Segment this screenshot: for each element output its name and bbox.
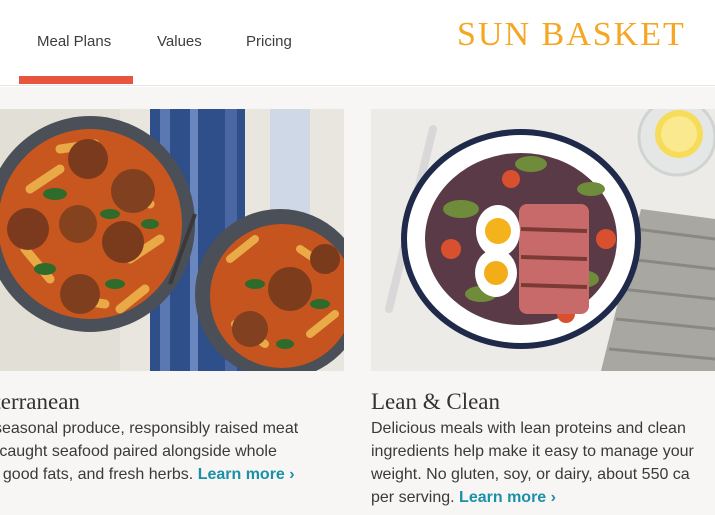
card-title-mediterranean: iterranean xyxy=(0,389,80,414)
description-text: , good fats, and fresh herbs. xyxy=(0,466,194,483)
card-title-lean-clean: Lean & Clean xyxy=(371,389,501,414)
description-text: per serving. xyxy=(371,489,455,506)
card-description-lean-clean: Delicious meals with lean proteins and c… xyxy=(371,417,694,509)
description-line: -caught seafood paired alongside whole xyxy=(0,443,277,460)
description-line: per serving. Learn more › xyxy=(371,486,694,509)
tuna-salad-image[interactable] xyxy=(371,109,715,371)
learn-more-link[interactable]: Learn more › xyxy=(459,489,556,506)
learn-more-link[interactable]: Learn more › xyxy=(198,466,295,483)
site-header: Meal Plans Values Pricing SUN BASKET xyxy=(0,0,715,86)
nav-pricing[interactable]: Pricing xyxy=(246,33,292,50)
nav-values[interactable]: Values xyxy=(157,33,202,50)
pasta-meatballs-image[interactable] xyxy=(0,109,344,371)
description-line: weight. No gluten, soy, or dairy, about … xyxy=(371,466,690,483)
description-line: ingredients help make it easy to manage … xyxy=(371,443,694,460)
sun-basket-logo[interactable]: SUN BASKET xyxy=(457,16,686,54)
description-line: Delicious meals with lean proteins and c… xyxy=(371,420,686,437)
description-line: , good fats, and fresh herbs. Learn more… xyxy=(0,463,298,486)
active-tab-indicator xyxy=(19,76,133,84)
card-description-mediterranean: seasonal produce, responsibly raised mea… xyxy=(0,417,298,486)
meal-plans-section: iterranean seasonal produce, responsibly… xyxy=(0,87,715,515)
nav-meal-plans[interactable]: Meal Plans xyxy=(37,33,111,50)
description-line: seasonal produce, responsibly raised mea… xyxy=(0,420,299,437)
